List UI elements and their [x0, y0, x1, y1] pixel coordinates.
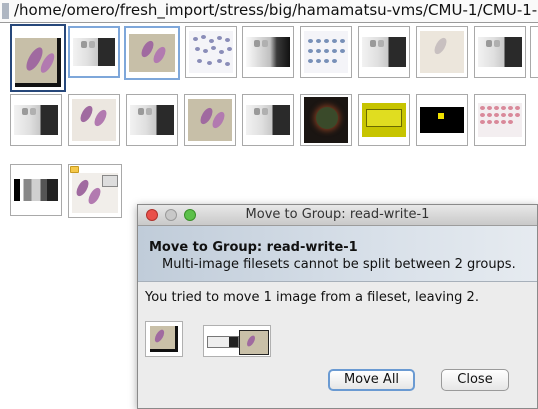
thumbnail-slide-2[interactable]	[358, 26, 410, 78]
path-bar: /home/omero/fresh_import/stress/big/hama…	[0, 0, 538, 23]
thumbnail-yellow[interactable]	[358, 94, 410, 146]
remaining-images-thumbnail	[203, 325, 271, 357]
thumbnail-slide-5[interactable]	[126, 94, 178, 146]
thumbnail-dots-grid[interactable]	[300, 26, 352, 78]
thumbnail-slide-4[interactable]	[10, 94, 62, 146]
thumbnail-light-tissue[interactable]	[416, 26, 468, 78]
thumbnail-tissue-macro[interactable]	[124, 26, 180, 80]
move-to-group-dialog: Move to Group: read-write-1 Move to Grou…	[137, 204, 538, 409]
dialog-subheading: Multi-image filesets cannot be split bet…	[162, 257, 516, 272]
thumbnail-tissue-2[interactable]	[68, 94, 120, 146]
thumbnail-dots-array[interactable]	[185, 26, 237, 78]
dialog-banner: Move to Group: read-write-1 Multi-image …	[138, 226, 537, 282]
thumbnail-fluorescent[interactable]	[300, 94, 352, 146]
move-all-button[interactable]: Move All	[328, 369, 415, 391]
thumbnail-tissue-3[interactable]	[184, 94, 236, 146]
thumbnail-slide-6[interactable]	[242, 94, 294, 146]
thumbnail-slide-gray[interactable]	[242, 26, 294, 78]
moved-image-thumbnail	[145, 321, 183, 357]
folder-icon	[70, 166, 79, 173]
dialog-titlebar: Move to Group: read-write-1	[138, 205, 537, 226]
thumbnail-slide-3[interactable]	[474, 26, 526, 78]
path-text: /home/omero/fresh_import/stress/big/hama…	[14, 1, 538, 19]
thumbnail-partial[interactable]	[530, 26, 538, 78]
thumbnail-black[interactable]	[416, 94, 468, 146]
dialog-heading: Move to Group: read-write-1	[149, 240, 358, 255]
path-bar-handle	[2, 3, 9, 19]
thumbnail-slide-label[interactable]	[68, 26, 120, 78]
thumbnail-grayscale[interactable]	[10, 164, 62, 216]
thumbnail-tissue-selected[interactable]	[10, 24, 66, 92]
dialog-title: Move to Group: read-write-1	[245, 207, 430, 222]
thumbnail-fileset-folder[interactable]	[68, 164, 122, 218]
close-button[interactable]: Close	[441, 369, 509, 391]
thumbnail-pink-grid[interactable]	[474, 94, 526, 146]
dialog-message: You tried to move 1 image from a fileset…	[145, 290, 479, 305]
